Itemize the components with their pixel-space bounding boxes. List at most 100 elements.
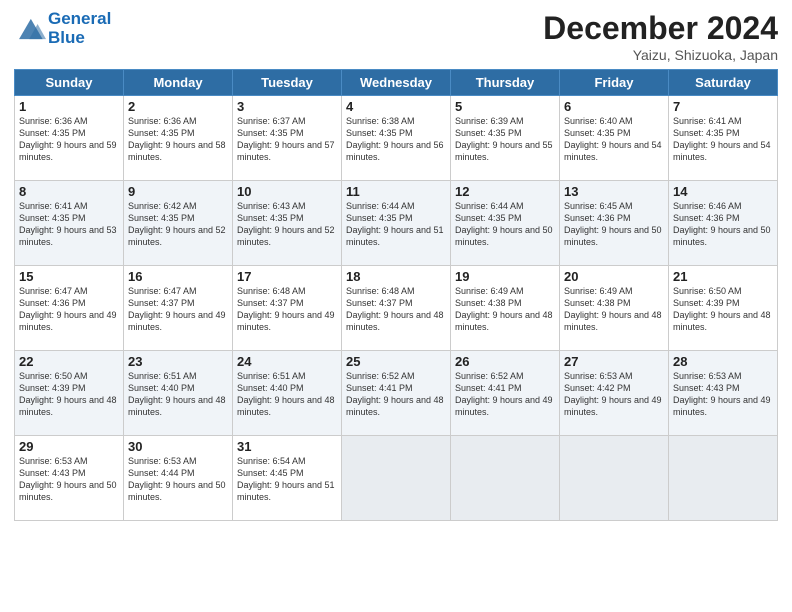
header: GeneralBlue December 2024 Yaizu, Shizuok… [14, 10, 778, 63]
day-info: Sunrise: 6:38 AM Sunset: 4:35 PM Dayligh… [346, 115, 446, 164]
empty-cell [342, 436, 451, 521]
day-info: Sunrise: 6:37 AM Sunset: 4:35 PM Dayligh… [237, 115, 337, 164]
day-cell-21: 21 Sunrise: 6:50 AM Sunset: 4:39 PM Dayl… [669, 266, 778, 351]
day-cell-7: 7 Sunrise: 6:41 AM Sunset: 4:35 PM Dayli… [669, 96, 778, 181]
calendar-week-row: 8 Sunrise: 6:41 AM Sunset: 4:35 PM Dayli… [15, 181, 778, 266]
day-number: 19 [455, 269, 555, 284]
day-number: 14 [673, 184, 773, 199]
day-info: Sunrise: 6:36 AM Sunset: 4:35 PM Dayligh… [19, 115, 119, 164]
day-cell-29: 29 Sunrise: 6:53 AM Sunset: 4:43 PM Dayl… [15, 436, 124, 521]
day-cell-28: 28 Sunrise: 6:53 AM Sunset: 4:43 PM Dayl… [669, 351, 778, 436]
day-number: 11 [346, 184, 446, 199]
day-cell-18: 18 Sunrise: 6:48 AM Sunset: 4:37 PM Dayl… [342, 266, 451, 351]
day-number: 26 [455, 354, 555, 369]
main-container: GeneralBlue December 2024 Yaizu, Shizuok… [0, 0, 792, 531]
day-number: 29 [19, 439, 119, 454]
calendar-header-row: Sunday Monday Tuesday Wednesday Thursday… [15, 70, 778, 96]
calendar-week-row: 15 Sunrise: 6:47 AM Sunset: 4:36 PM Dayl… [15, 266, 778, 351]
day-cell-25: 25 Sunrise: 6:52 AM Sunset: 4:41 PM Dayl… [342, 351, 451, 436]
day-info: Sunrise: 6:53 AM Sunset: 4:44 PM Dayligh… [128, 455, 228, 504]
day-number: 16 [128, 269, 228, 284]
day-number: 17 [237, 269, 337, 284]
day-info: Sunrise: 6:36 AM Sunset: 4:35 PM Dayligh… [128, 115, 228, 164]
day-cell-17: 17 Sunrise: 6:48 AM Sunset: 4:37 PM Dayl… [233, 266, 342, 351]
day-number: 5 [455, 99, 555, 114]
day-number: 8 [19, 184, 119, 199]
day-number: 4 [346, 99, 446, 114]
day-number: 6 [564, 99, 664, 114]
day-info: Sunrise: 6:39 AM Sunset: 4:35 PM Dayligh… [455, 115, 555, 164]
day-cell-22: 22 Sunrise: 6:50 AM Sunset: 4:39 PM Dayl… [15, 351, 124, 436]
day-cell-30: 30 Sunrise: 6:53 AM Sunset: 4:44 PM Dayl… [124, 436, 233, 521]
day-number: 21 [673, 269, 773, 284]
day-info: Sunrise: 6:41 AM Sunset: 4:35 PM Dayligh… [19, 200, 119, 249]
day-info: Sunrise: 6:42 AM Sunset: 4:35 PM Dayligh… [128, 200, 228, 249]
logo: GeneralBlue [14, 10, 111, 47]
day-info: Sunrise: 6:48 AM Sunset: 4:37 PM Dayligh… [346, 285, 446, 334]
day-info: Sunrise: 6:48 AM Sunset: 4:37 PM Dayligh… [237, 285, 337, 334]
day-number: 3 [237, 99, 337, 114]
day-info: Sunrise: 6:50 AM Sunset: 4:39 PM Dayligh… [19, 370, 119, 419]
col-sunday: Sunday [15, 70, 124, 96]
day-cell-3: 3 Sunrise: 6:37 AM Sunset: 4:35 PM Dayli… [233, 96, 342, 181]
day-number: 24 [237, 354, 337, 369]
day-info: Sunrise: 6:51 AM Sunset: 4:40 PM Dayligh… [237, 370, 337, 419]
day-number: 22 [19, 354, 119, 369]
day-cell-9: 9 Sunrise: 6:42 AM Sunset: 4:35 PM Dayli… [124, 181, 233, 266]
day-number: 20 [564, 269, 664, 284]
day-info: Sunrise: 6:40 AM Sunset: 4:35 PM Dayligh… [564, 115, 664, 164]
day-info: Sunrise: 6:46 AM Sunset: 4:36 PM Dayligh… [673, 200, 773, 249]
day-cell-19: 19 Sunrise: 6:49 AM Sunset: 4:38 PM Dayl… [451, 266, 560, 351]
day-cell-15: 15 Sunrise: 6:47 AM Sunset: 4:36 PM Dayl… [15, 266, 124, 351]
col-saturday: Saturday [669, 70, 778, 96]
day-number: 2 [128, 99, 228, 114]
day-cell-23: 23 Sunrise: 6:51 AM Sunset: 4:40 PM Dayl… [124, 351, 233, 436]
col-wednesday: Wednesday [342, 70, 451, 96]
day-cell-27: 27 Sunrise: 6:53 AM Sunset: 4:42 PM Dayl… [560, 351, 669, 436]
day-cell-12: 12 Sunrise: 6:44 AM Sunset: 4:35 PM Dayl… [451, 181, 560, 266]
day-cell-10: 10 Sunrise: 6:43 AM Sunset: 4:35 PM Dayl… [233, 181, 342, 266]
col-tuesday: Tuesday [233, 70, 342, 96]
day-info: Sunrise: 6:47 AM Sunset: 4:36 PM Dayligh… [19, 285, 119, 334]
day-cell-1: 1 Sunrise: 6:36 AM Sunset: 4:35 PM Dayli… [15, 96, 124, 181]
calendar-week-row: 1 Sunrise: 6:36 AM Sunset: 4:35 PM Dayli… [15, 96, 778, 181]
day-info: Sunrise: 6:44 AM Sunset: 4:35 PM Dayligh… [346, 200, 446, 249]
month-title: December 2024 [543, 10, 778, 47]
day-cell-16: 16 Sunrise: 6:47 AM Sunset: 4:37 PM Dayl… [124, 266, 233, 351]
day-info: Sunrise: 6:47 AM Sunset: 4:37 PM Dayligh… [128, 285, 228, 334]
day-number: 28 [673, 354, 773, 369]
day-cell-13: 13 Sunrise: 6:45 AM Sunset: 4:36 PM Dayl… [560, 181, 669, 266]
col-thursday: Thursday [451, 70, 560, 96]
day-info: Sunrise: 6:51 AM Sunset: 4:40 PM Dayligh… [128, 370, 228, 419]
day-cell-31: 31 Sunrise: 6:54 AM Sunset: 4:45 PM Dayl… [233, 436, 342, 521]
day-info: Sunrise: 6:43 AM Sunset: 4:35 PM Dayligh… [237, 200, 337, 249]
day-number: 1 [19, 99, 119, 114]
calendar-table: Sunday Monday Tuesday Wednesday Thursday… [14, 69, 778, 521]
day-info: Sunrise: 6:45 AM Sunset: 4:36 PM Dayligh… [564, 200, 664, 249]
title-block: December 2024 Yaizu, Shizuoka, Japan [543, 10, 778, 63]
day-number: 9 [128, 184, 228, 199]
day-info: Sunrise: 6:53 AM Sunset: 4:42 PM Dayligh… [564, 370, 664, 419]
day-info: Sunrise: 6:52 AM Sunset: 4:41 PM Dayligh… [455, 370, 555, 419]
day-number: 10 [237, 184, 337, 199]
logo-text: GeneralBlue [48, 10, 111, 47]
day-info: Sunrise: 6:44 AM Sunset: 4:35 PM Dayligh… [455, 200, 555, 249]
day-info: Sunrise: 6:50 AM Sunset: 4:39 PM Dayligh… [673, 285, 773, 334]
calendar-week-row: 22 Sunrise: 6:50 AM Sunset: 4:39 PM Dayl… [15, 351, 778, 436]
day-info: Sunrise: 6:54 AM Sunset: 4:45 PM Dayligh… [237, 455, 337, 504]
day-cell-11: 11 Sunrise: 6:44 AM Sunset: 4:35 PM Dayl… [342, 181, 451, 266]
col-monday: Monday [124, 70, 233, 96]
empty-cell [451, 436, 560, 521]
day-cell-20: 20 Sunrise: 6:49 AM Sunset: 4:38 PM Dayl… [560, 266, 669, 351]
day-number: 7 [673, 99, 773, 114]
calendar-week-row: 29 Sunrise: 6:53 AM Sunset: 4:43 PM Dayl… [15, 436, 778, 521]
day-cell-26: 26 Sunrise: 6:52 AM Sunset: 4:41 PM Dayl… [451, 351, 560, 436]
empty-cell [669, 436, 778, 521]
day-number: 30 [128, 439, 228, 454]
location-subtitle: Yaizu, Shizuoka, Japan [543, 47, 778, 63]
day-info: Sunrise: 6:41 AM Sunset: 4:35 PM Dayligh… [673, 115, 773, 164]
day-info: Sunrise: 6:53 AM Sunset: 4:43 PM Dayligh… [673, 370, 773, 419]
day-number: 13 [564, 184, 664, 199]
day-number: 15 [19, 269, 119, 284]
day-cell-2: 2 Sunrise: 6:36 AM Sunset: 4:35 PM Dayli… [124, 96, 233, 181]
